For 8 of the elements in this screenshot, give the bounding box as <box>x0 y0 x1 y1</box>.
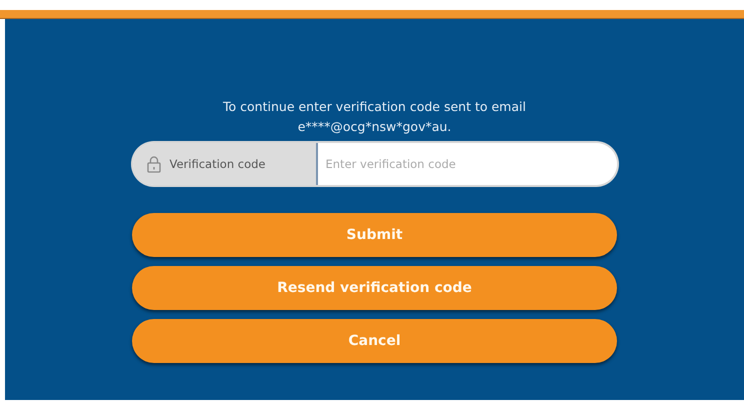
cancel-button[interactable]: Cancel <box>132 319 617 363</box>
verification-code-field[interactable]: Verification code Enter verification code <box>132 143 616 185</box>
instruction-text: To continue enter verification code sent to email <box>223 98 526 116</box>
field-label: Verification code <box>170 157 266 171</box>
lock-icon <box>146 156 160 172</box>
resend-button[interactable]: Resend verification code <box>132 266 617 310</box>
submit-button[interactable]: Submit <box>132 213 617 257</box>
masked-email: e****@ocg*nsw*gov*au. <box>298 118 452 136</box>
